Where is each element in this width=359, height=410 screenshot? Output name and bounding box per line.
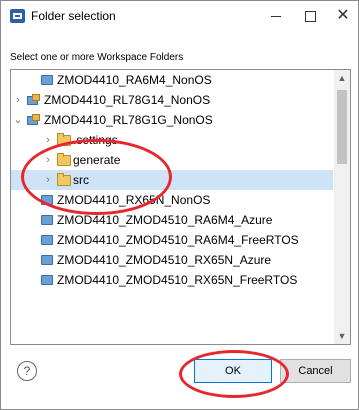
vertical-scrollbar[interactable]: ▲ ▼: [334, 70, 350, 344]
instruction-text: Select one or more Workspace Folders: [10, 52, 184, 63]
tree-item-label: .settings: [73, 133, 118, 147]
expand-chevron-icon[interactable]: ›: [13, 90, 23, 110]
project-icon: [41, 235, 53, 245]
close-icon: ✕: [336, 7, 350, 24]
tree-item-generate[interactable]: › generate: [11, 150, 333, 170]
maximize-button[interactable]: [297, 5, 323, 27]
tree-item[interactable]: › ZMOD4410_RL78G14_NonOS: [11, 90, 333, 110]
project-icon: [41, 215, 53, 225]
folder-icon: [57, 153, 71, 166]
ok-button[interactable]: OK: [194, 359, 272, 383]
tree-item-src[interactable]: › src: [11, 170, 333, 190]
workspace-folder-tree[interactable]: ZMOD4410_RA6M4_NonOS › ZMOD4410_RL78G14_…: [10, 69, 351, 345]
scrollbar-thumb[interactable]: [337, 90, 347, 164]
tree-item[interactable]: ZMOD4410_ZMOD4510_RA6M4_Azure: [11, 210, 333, 230]
expand-chevron-icon[interactable]: ›: [43, 170, 53, 190]
tree-item-label: src: [73, 173, 89, 187]
project-icon: [41, 75, 53, 85]
collapse-chevron-icon[interactable]: ⌄: [13, 110, 23, 130]
tree-item-label: ZMOD4410_RL78G14_NonOS: [44, 93, 211, 107]
dialog-title: Folder selection: [31, 9, 116, 23]
tree-item-label: ZMOD4410_ZMOD4510_RX65N_Azure: [57, 253, 272, 267]
tree-item[interactable]: ZMOD4410_ZMOD4510_RX65N_FreeRTOS: [11, 270, 333, 290]
tree-item[interactable]: ZMOD4410_RX65N_NonOS: [11, 190, 333, 210]
scroll-down-icon[interactable]: ▼: [334, 328, 350, 344]
project-open-icon: [27, 94, 40, 105]
tree-item[interactable]: ZMOD4410_ZMOD4510_RX65N_Azure: [11, 250, 333, 270]
tree-item-settings[interactable]: › .settings: [11, 130, 333, 150]
tree-item[interactable]: ⌄ ZMOD4410_RL78G1G_NonOS: [11, 110, 333, 130]
project-icon: [41, 195, 53, 205]
scroll-up-icon[interactable]: ▲: [334, 70, 350, 86]
tree-item-label: ZMOD4410_ZMOD4510_RA6M4_Azure: [57, 213, 273, 227]
tree-item-label: ZMOD4410_ZMOD4510_RX65N_FreeRTOS: [57, 273, 298, 287]
tree-item[interactable]: ZMOD4410_ZMOD4510_RA6M4_FreeRTOS: [11, 230, 333, 250]
close-button[interactable]: ✕: [330, 5, 356, 27]
folder-selection-dialog: Folder selection ✕ Select one or more Wo…: [0, 0, 359, 410]
folder-icon: [57, 173, 71, 186]
tree-item-label: generate: [73, 153, 121, 167]
tree-item-label: ZMOD4410_RA6M4_NonOS: [57, 73, 212, 87]
app-icon: [10, 9, 25, 23]
project-open-icon: [27, 114, 40, 125]
help-icon[interactable]: ?: [17, 361, 37, 381]
tree-item-label: ZMOD4410_RL78G1G_NonOS: [44, 113, 213, 127]
tree-item-label: ZMOD4410_ZMOD4510_RA6M4_FreeRTOS: [57, 233, 299, 247]
project-icon: [41, 255, 53, 265]
title-bar: Folder selection ✕: [1, 1, 358, 31]
expand-chevron-icon[interactable]: ›: [43, 130, 53, 150]
maximize-icon: [304, 10, 316, 22]
tree-item[interactable]: ZMOD4410_RA6M4_NonOS: [11, 70, 333, 90]
expand-chevron-icon[interactable]: ›: [43, 150, 53, 170]
tree-item-label: ZMOD4410_RX65N_NonOS: [57, 193, 211, 207]
folder-icon: [57, 133, 71, 146]
minimize-button[interactable]: [263, 5, 289, 27]
minimize-icon: [271, 15, 281, 17]
project-icon: [41, 275, 53, 285]
cancel-button[interactable]: Cancel: [280, 359, 351, 383]
